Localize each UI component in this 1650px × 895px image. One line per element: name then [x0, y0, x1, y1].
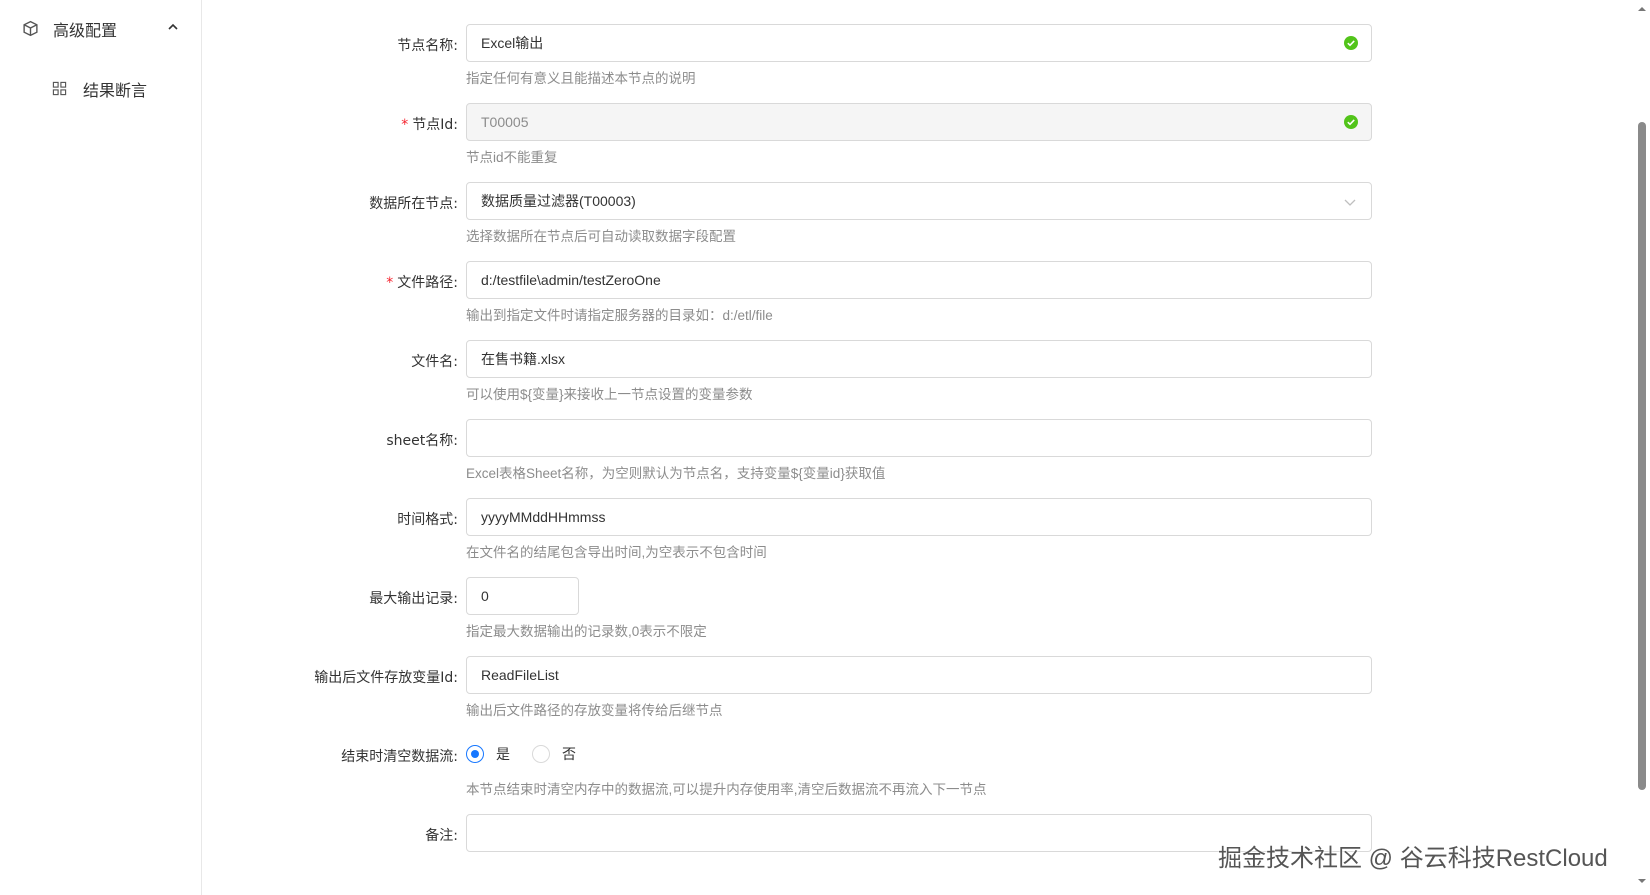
radio-yes-label: 是 [496, 747, 510, 763]
grid-icon [52, 81, 67, 96]
watermark-text: 掘金技术社区 @ 谷云科技RestCloud [1218, 845, 1608, 872]
output-var-label: 输出后文件存放变量Id: [314, 670, 458, 686]
data-node-select[interactable]: 数据质量过滤器(T00003) [466, 182, 1372, 220]
node-name-input[interactable]: Excel输出 [466, 24, 1372, 62]
file-name-label: 文件名: [411, 354, 458, 370]
time-format-value: yyyyMMddHHmmss [481, 509, 606, 525]
clear-stream-help: 本节点结束时清空内存中的数据流,可以提升内存使用率,清空后数据流不再流入下一节点 [466, 782, 987, 797]
remark-label: 备注: [425, 828, 458, 844]
menu-group-label: 高级配置 [53, 21, 118, 40]
max-records-help: 指定最大数据输出的记录数,0表示不限定 [466, 624, 707, 639]
sidebar-item-label: 结果断言 [83, 81, 148, 100]
node-id-label-text: 节点Id: [412, 117, 458, 133]
cube-icon [23, 20, 38, 37]
scroll-down-arrow-icon[interactable] [1635, 874, 1649, 888]
output-var-help: 输出后文件路径的存放变量将传给后继节点 [466, 703, 723, 718]
radio-yes-circle[interactable] [466, 745, 484, 763]
required-mark: * [386, 275, 394, 291]
node-name-label: 节点名称: [397, 38, 458, 54]
node-name-value: Excel输出 [481, 35, 544, 51]
sheet-name-label: sheet名称: [386, 433, 458, 449]
max-records-label: 最大输出记录: [369, 591, 458, 607]
node-id-value: T00005 [481, 114, 529, 130]
clear-stream-label: 结束时清空数据流: [341, 749, 458, 765]
check-circle-icon [1344, 115, 1358, 129]
sidebar: 高级配置 结果断言 [0, 0, 202, 895]
file-path-input[interactable]: d:/testfile\admin/testZeroOne [466, 261, 1372, 299]
sheet-name-help: Excel表格Sheet名称，为空则默认为节点名，支持变量${变量id}获取值 [466, 466, 886, 481]
file-path-label-text: 文件路径: [397, 275, 458, 291]
chevron-down-icon [1344, 199, 1356, 206]
output-var-value: ReadFileList [481, 667, 559, 683]
scrollbar-thumb[interactable] [1638, 122, 1646, 790]
file-name-value: 在售书籍.xlsx [481, 351, 565, 367]
file-name-input[interactable]: 在售书籍.xlsx [466, 340, 1372, 378]
file-name-help: 可以使用${变量}来接收上一节点设置的变量参数 [466, 387, 753, 402]
node-id-help: 节点id不能重复 [466, 150, 558, 165]
check-circle-icon [1344, 36, 1358, 50]
radio-yes[interactable]: 是 [466, 744, 510, 764]
menu-group-advanced-config[interactable]: 高级配置 [0, 8, 201, 48]
max-records-input[interactable]: 0 [466, 577, 579, 615]
scroll-up-arrow-icon[interactable] [1635, 2, 1649, 16]
file-path-label: * 文件路径: [386, 272, 458, 292]
radio-no-circle[interactable] [532, 745, 550, 763]
data-node-value: 数据质量过滤器(T00003) [481, 193, 636, 209]
node-id-input[interactable]: T00005 [466, 103, 1372, 141]
clear-stream-radio-group: 是 否 [466, 744, 598, 764]
node-name-help: 指定任何有意义且能描述本节点的说明 [466, 71, 696, 86]
time-format-input[interactable]: yyyyMMddHHmmss [466, 498, 1372, 536]
file-path-value: d:/testfile\admin/testZeroOne [481, 272, 661, 288]
data-node-help: 选择数据所在节点后可自动读取数据字段配置 [466, 229, 736, 244]
time-format-label: 时间格式: [397, 512, 458, 528]
radio-no-label: 否 [562, 747, 576, 763]
data-node-label: 数据所在节点: [369, 196, 458, 212]
sheet-name-input[interactable] [466, 419, 1372, 457]
sidebar-item-result-assertion[interactable]: 结果断言 [0, 68, 201, 108]
max-records-value: 0 [481, 588, 489, 604]
output-var-input[interactable]: ReadFileList [466, 656, 1372, 694]
radio-no[interactable]: 否 [532, 744, 576, 764]
file-path-help: 输出到指定文件时请指定服务器的目录如：d:/etl/file [466, 308, 773, 323]
node-id-label: * 节点Id: [401, 114, 458, 134]
required-mark: * [401, 117, 409, 133]
chevron-up-icon[interactable] [166, 20, 180, 34]
time-format-help: 在文件名的结尾包含导出时间,为空表示不包含时间 [466, 545, 767, 560]
